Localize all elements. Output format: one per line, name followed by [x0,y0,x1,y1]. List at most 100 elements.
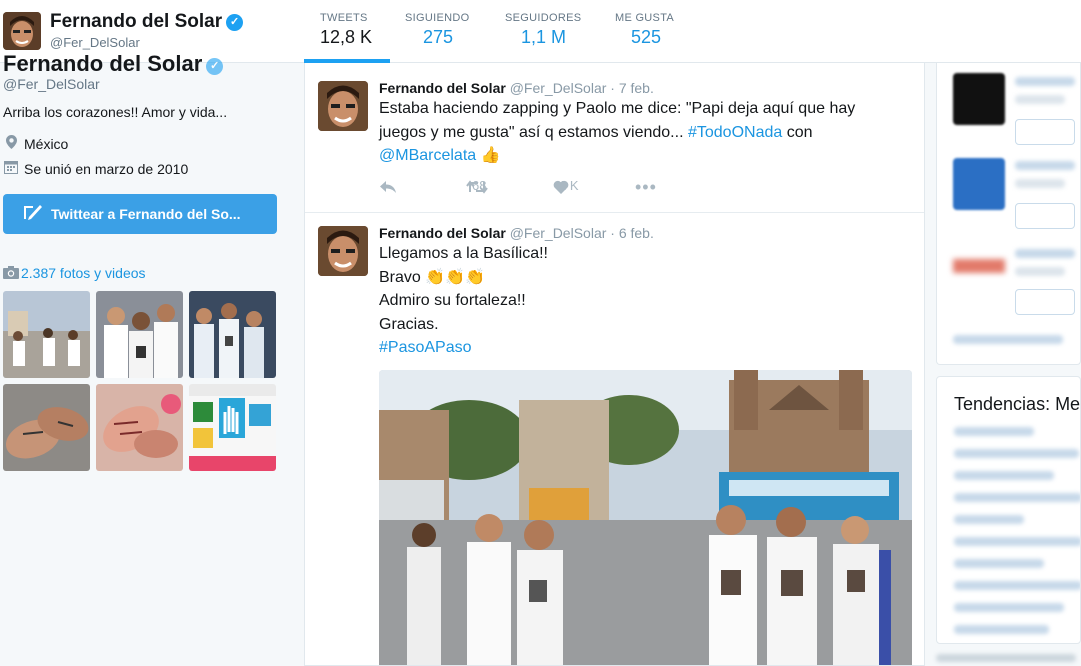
media-thumbnail[interactable] [3,384,90,471]
suggestion-avatar[interactable] [953,158,1005,210]
profile-avatar-small[interactable] [3,12,41,50]
verified-badge-icon: ✓ [206,58,224,75]
tweet-item[interactable]: Fernando del Solar @Fer_DelSolar · 7 feb… [305,63,924,213]
stat-label: TWEETS [320,12,368,24]
stat-value: 275 [423,27,454,47]
who-to-follow-card [936,63,1081,365]
tweet-author-name[interactable]: Fernando del Solar [379,80,506,96]
join-date-text: Se unió en marzo de 2010 [24,161,189,177]
tweet-text-line: Admiro su fortaleza!! [379,292,526,309]
camera-icon [3,266,21,282]
stat-value: 1,1 M [521,27,567,47]
tweet-text-line: Estaba haciendo zapping y Paolo me dice:… [379,100,856,117]
more-options-icon[interactable]: ••• [635,177,657,198]
stat-label: SEGUIDORES [505,12,582,24]
clapping-emoji: 👏👏👏 [425,268,486,286]
media-thumbnail[interactable] [189,384,276,471]
stat-followers[interactable]: SEGUIDORES 1,1 M [505,12,581,48]
profile-name[interactable]: Fernando del Solar ✓ [50,11,244,33]
profile-screen-name[interactable]: @Fer_DelSolar [3,76,100,92]
tweet-timestamp[interactable]: · 7 feb. [610,80,654,96]
find-people-link[interactable] [953,335,1063,344]
hashtag-link[interactable]: #TodoONada [688,124,782,141]
suggestion-subtitle [1015,95,1065,104]
media-thumbnail[interactable] [3,291,90,378]
tweet-header: Fernando del Solar @Fer_DelSolar · 6 feb… [379,225,654,241]
compose-tweet-icon [23,195,45,234]
like-count: 1 K [559,178,579,193]
tweet-text: Estaba haciendo zapping y Paolo me dice:… [379,97,909,168]
tweet-author-handle[interactable]: @Fer_DelSolar [510,80,607,96]
tweet-to-button-label: Twittear a Fernando del So... [51,206,241,222]
tweet-text-line: juegos y me gusta" así q estamos viendo.… [379,123,684,141]
suggestion-avatar[interactable] [953,73,1005,125]
trend-item[interactable] [954,449,1079,458]
trend-item[interactable] [954,515,1024,524]
tweet-text-line: Bravo [379,268,421,286]
stat-tweets[interactable]: TWEETS 12,8 K [320,12,372,48]
retweet-count: 68 [472,178,487,193]
trend-item[interactable] [954,471,1054,480]
profile-handle: @Fer_DelSolar [50,35,140,50]
trend-item[interactable] [954,625,1049,634]
tweet-avatar[interactable] [318,81,368,131]
stat-value: 525 [631,27,662,47]
trend-item[interactable] [954,537,1080,546]
photos-videos-link[interactable]: 2.387 fotos y videos [3,265,146,282]
tweet-timestamp[interactable]: · 6 feb. [610,225,654,241]
tweet-item[interactable]: Fernando del Solar @Fer_DelSolar · 6 feb… [305,214,924,665]
tweet-text-line: Llegamos a la Basílica!! [379,245,548,262]
like-button[interactable]: 1 K [553,178,579,195]
media-thumbnail[interactable] [96,291,183,378]
profile-fullname-text: Fernando del Solar [3,51,203,76]
media-thumbnail[interactable] [96,384,183,471]
suggestion-name [1015,77,1075,86]
tweet-author-name[interactable]: Fernando del Solar [379,225,506,241]
suggestion-subtitle [1015,267,1065,276]
tweet-text-line: Gracias. [379,315,439,333]
tweet-timeline: Fernando del Solar @Fer_DelSolar · 7 feb… [304,63,925,666]
profile-fullname[interactable]: Fernando del Solar ✓ [3,51,224,77]
profile-name-text: Fernando del Solar [50,11,223,32]
thumbs-up-emoji: 👍 [480,147,501,164]
mention-link[interactable]: @MBarcelata [379,147,476,164]
reply-icon[interactable] [379,180,397,199]
calendar-icon [3,160,19,177]
follow-button[interactable] [1015,203,1075,229]
suggestion-name [1015,161,1075,170]
trend-item[interactable] [954,493,1080,502]
suggestion-subtitle [1015,179,1065,188]
profile-location: México [3,135,68,152]
suggestion-name [1015,249,1075,258]
stat-following[interactable]: SIGUIENDO 275 [405,12,469,48]
tweet-avatar[interactable] [318,226,368,276]
location-text: México [24,136,69,152]
trends-card: Tendencias: Me [936,376,1081,644]
follow-button[interactable] [1015,289,1075,315]
stat-label: SIGUIENDO [405,12,470,24]
verified-badge-icon: ✓ [226,14,244,31]
trend-item[interactable] [954,581,1080,590]
trend-item[interactable] [954,427,1034,436]
hashtag-link[interactable]: #PasoAPaso [379,339,472,356]
trends-title: Tendencias: Me [954,394,1081,414]
trend-item[interactable] [954,559,1044,568]
trend-item[interactable] [954,603,1064,612]
stat-value: 12,8 K [320,27,373,47]
tweet-photo[interactable] [379,370,912,665]
stat-label: ME GUSTA [615,12,675,24]
footer-links[interactable] [936,654,1076,662]
tweet-author-handle[interactable]: @Fer_DelSolar [510,225,607,241]
tweet-to-button[interactable]: Twittear a Fernando del So... [3,194,277,234]
media-thumbnail[interactable] [189,291,276,378]
stat-likes[interactable]: ME GUSTA 525 [615,12,674,48]
location-pin-icon [3,135,19,152]
retweet-button[interactable]: 68 [466,178,488,195]
tweet-text: Llegamos a la Basílica!! Bravo 👏👏👏 Admir… [379,242,909,360]
tweet-text-line: con [786,123,813,141]
tweet-header: Fernando del Solar @Fer_DelSolar · 7 feb… [379,80,654,96]
follow-button[interactable] [1015,119,1075,145]
photos-videos-label: 2.387 fotos y videos [21,265,146,281]
profile-join-date: Se unió en marzo de 2010 [3,160,188,177]
suggestion-avatar[interactable] [953,259,1005,273]
